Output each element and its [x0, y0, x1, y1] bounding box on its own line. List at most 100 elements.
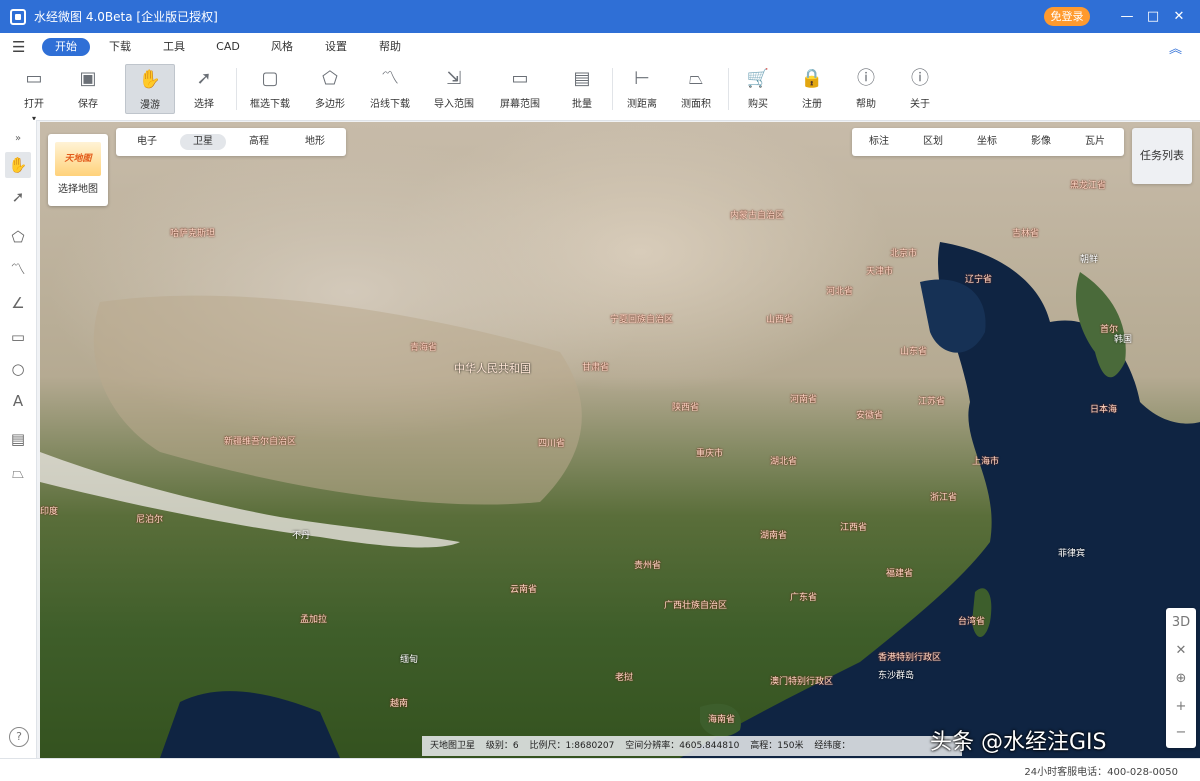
menu-cad[interactable]: CAD [206, 38, 250, 56]
map-type-switcher: 电子 卫星 高程 地形 [116, 128, 346, 156]
login-button[interactable]: 免登录 [1044, 7, 1090, 26]
area-icon: ⏢ [688, 68, 704, 89]
question-icon: ⓘ [857, 68, 875, 89]
folder-icon: ▭ [25, 68, 43, 89]
country-label: 中华人民共和国 [454, 362, 531, 375]
polyline-icon: 〽 [381, 68, 399, 89]
tool-imagery[interactable]: 影像 [1014, 134, 1068, 150]
select-map-label: 选择地图 [58, 184, 98, 195]
menu-help[interactable]: 帮助 [368, 38, 412, 56]
place-label: 黑龙江省 [1070, 181, 1107, 191]
collapse-ribbon-icon[interactable]: ︽ [1169, 38, 1182, 57]
select-button[interactable]: ➚ 选择 [180, 64, 228, 112]
place-label: 日本海 [1090, 405, 1118, 415]
place-label: 北京市 [890, 249, 918, 259]
close-icon[interactable]: ✕ [1168, 6, 1190, 28]
map-type-satellite[interactable]: 卫星 [180, 134, 226, 150]
map-source-selector[interactable]: 天地图 选择地图 [48, 134, 108, 206]
buy-button[interactable]: 🛒 购买 [734, 64, 782, 112]
place-label: 首尔 [1100, 325, 1119, 335]
place-label: 东沙群岛 [878, 671, 915, 681]
help-circle-icon[interactable]: ? [9, 727, 29, 747]
polyline-download-button[interactable]: 〽 沿线下载 [366, 64, 414, 112]
batch-button[interactable]: ▤ 批量 [558, 64, 606, 112]
map-type-elevation[interactable]: 高程 [236, 134, 282, 150]
map-type-electronic[interactable]: 电子 [124, 134, 170, 150]
status-level: 6 [512, 741, 519, 751]
batch-icon: ▤ [573, 68, 591, 89]
map-view[interactable]: 哈萨克斯坦 新疆维吾尔自治区 内蒙古自治区 黑龙江省 吉林省 辽宁省 北京市 天… [40, 122, 1200, 758]
compass-icon[interactable]: ✕ [1166, 636, 1196, 666]
zoom-out-button[interactable]: − [1166, 718, 1196, 748]
place-label: 新疆维吾尔自治区 [224, 437, 297, 447]
menu-style[interactable]: 风格 [260, 38, 304, 56]
screen-range-button[interactable]: ▭ 屏幕范围 [496, 64, 544, 112]
place-label: 孟加拉 [300, 615, 328, 625]
angle-icon[interactable]: ∠ [5, 290, 31, 316]
place-label: 不丹 [292, 531, 311, 541]
menu-settings[interactable]: 设置 [314, 38, 358, 56]
measure-distance-button[interactable]: ⊢ 测距离 [618, 64, 666, 112]
register-button[interactable]: 🔒 注册 [788, 64, 836, 112]
tool-divisions[interactable]: 区划 [906, 134, 960, 150]
box-download-button[interactable]: ▢ 框选下载 [246, 64, 294, 112]
hamburger-menu-icon[interactable]: ☰ [12, 38, 25, 56]
menu-bar: ☰ 开始 下载 工具 CAD 风格 设置 帮助 ︽ [0, 33, 1200, 61]
rectangle-icon[interactable]: ▭ [5, 324, 31, 350]
import-range-button[interactable]: ⇲ 导入范围 [430, 64, 478, 112]
place-label: 澳门特别行政区 [770, 677, 834, 687]
ruler-icon[interactable]: ▤ [5, 426, 31, 452]
save-button[interactable]: ▣ 保存 [64, 64, 112, 112]
menu-start[interactable]: 开始 [42, 38, 90, 56]
import-icon: ⇲ [446, 68, 462, 89]
measure-area-button[interactable]: ⏢ 测面积 [672, 64, 720, 112]
task-list-button[interactable]: 任务列表 [1132, 128, 1192, 184]
status-source: 天地图卫星 [430, 741, 476, 751]
place-label: 海南省 [708, 715, 736, 725]
satellite-imagery [40, 242, 1200, 758]
expand-icon[interactable]: » [5, 126, 31, 152]
polygon-icon[interactable]: ⬠ [5, 224, 31, 250]
map-type-terrain[interactable]: 地形 [292, 134, 338, 150]
pan-button[interactable]: ✋ 漫游 [125, 64, 175, 114]
place-label: 菲律宾 [1058, 549, 1086, 559]
tool-tiles[interactable]: 瓦片 [1068, 134, 1122, 150]
place-label: 越南 [390, 699, 409, 709]
polyline-icon[interactable]: 〽 [5, 256, 31, 282]
status-elevation: 150米 [777, 741, 804, 751]
help-button[interactable]: ⓘ 帮助 [842, 64, 890, 112]
place-label: 老挝 [615, 673, 634, 683]
place-label: 印度 [40, 507, 59, 517]
place-label: 四川省 [538, 439, 566, 449]
status-resolution: 4605.844810 [679, 741, 740, 751]
lock-icon: 🔒 [800, 68, 824, 89]
polygon-icon: ⬠ [322, 68, 338, 89]
hand-icon[interactable]: ✋ [5, 152, 31, 178]
3d-toggle-button[interactable]: 3D [1166, 608, 1196, 638]
place-label: 江西省 [840, 523, 868, 533]
place-label: 陕西省 [672, 403, 700, 413]
menu-tools[interactable]: 工具 [152, 38, 196, 56]
window-title: 水经微图 4.0Beta [企业版已授权] [34, 10, 218, 24]
place-label: 天津市 [866, 267, 894, 277]
tool-coordinates[interactable]: 坐标 [960, 134, 1014, 150]
place-label: 湖南省 [760, 531, 788, 541]
menu-download[interactable]: 下载 [98, 38, 142, 56]
circle-icon[interactable]: ○ [5, 356, 31, 382]
place-label: 缅甸 [400, 655, 419, 665]
maximize-icon[interactable]: □ [1142, 6, 1164, 28]
text-icon[interactable]: A [5, 388, 31, 414]
open-button[interactable]: ▭ 打开 ▾ [10, 64, 58, 123]
title-bar: 水经微图 4.0Beta [企业版已授权] 免登录 — □ ✕ [0, 0, 1200, 33]
minimize-icon[interactable]: — [1116, 6, 1138, 28]
locate-icon[interactable]: ⊕ [1166, 664, 1196, 694]
tianditu-logo: 天地图 [55, 142, 101, 176]
cursor-arrow-icon[interactable]: ➚ [5, 184, 31, 210]
about-button[interactable]: ⓘ 关于 [896, 64, 944, 112]
place-label: 云南省 [510, 585, 538, 595]
tool-annotation[interactable]: 标注 [852, 134, 906, 150]
polygon-button[interactable]: ⬠ 多边形 [306, 64, 354, 112]
place-label: 安徽省 [856, 411, 884, 421]
area-icon[interactable]: ⏢ [5, 460, 31, 486]
info-icon: ⓘ [911, 68, 929, 89]
